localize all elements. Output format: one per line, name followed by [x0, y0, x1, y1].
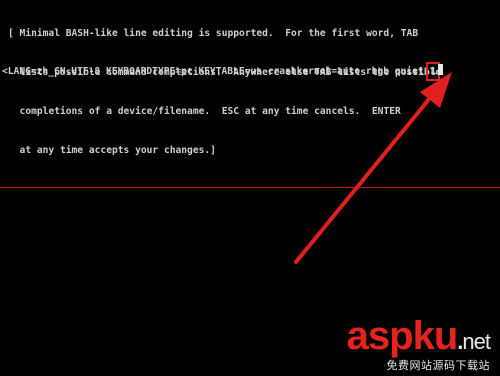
help-line-3: completions of a device/filename. ESC at…: [8, 106, 401, 117]
grub-help-text: [ Minimal BASH-like line editing is supp…: [8, 1, 441, 183]
highlighted-runlevel-argument: 1: [426, 62, 441, 81]
watermark-logo: aspku.net: [346, 314, 491, 358]
screen-divider-line: [0, 187, 500, 188]
grub-console-screen: [ Minimal BASH-like line editing is supp…: [0, 0, 500, 376]
text-cursor: [438, 64, 444, 75]
kernel-command-line-text[interactable]: <LANG=zh_CN.UTF-8 KEYBOARDTYPE=pc KEYTAB…: [2, 66, 429, 77]
kernel-command-line-editor[interactable]: <LANG=zh_CN.UTF-8 KEYBOARDTYPE=pc KEYTAB…: [2, 62, 444, 81]
runlevel-argument-text[interactable]: 1: [430, 66, 436, 77]
help-line-4: at any time accepts your changes.]: [8, 145, 216, 156]
help-line-1: [ Minimal BASH-like line editing is supp…: [8, 28, 419, 39]
site-watermark: aspku.net 免费网站源码下载站: [346, 314, 491, 372]
